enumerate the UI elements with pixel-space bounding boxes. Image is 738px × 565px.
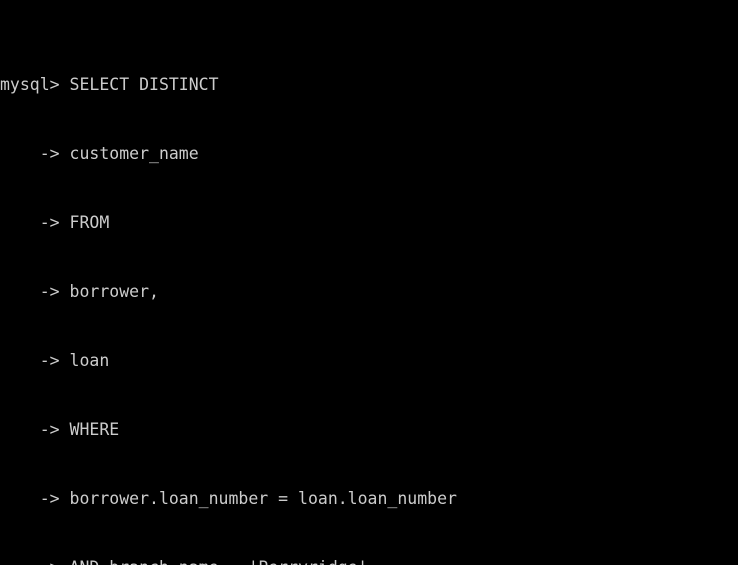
terminal-line: -> WHERE (0, 420, 120, 439)
terminal-line: -> loan (0, 351, 110, 370)
terminal-line: mysql> SELECT DISTINCT (0, 75, 219, 94)
terminal-line: -> customer_name (0, 144, 199, 163)
terminal-line: -> AND branch_name = 'Perryridge' (0, 556, 738, 565)
terminal-line: -> borrower.loan_number = loan.loan_numb… (0, 489, 457, 508)
terminal-line: -> borrower, (0, 282, 159, 301)
terminal-line: -> FROM (0, 213, 110, 232)
terminal-window[interactable]: mysql> SELECT DISTINCT -> customer_name … (0, 0, 738, 565)
